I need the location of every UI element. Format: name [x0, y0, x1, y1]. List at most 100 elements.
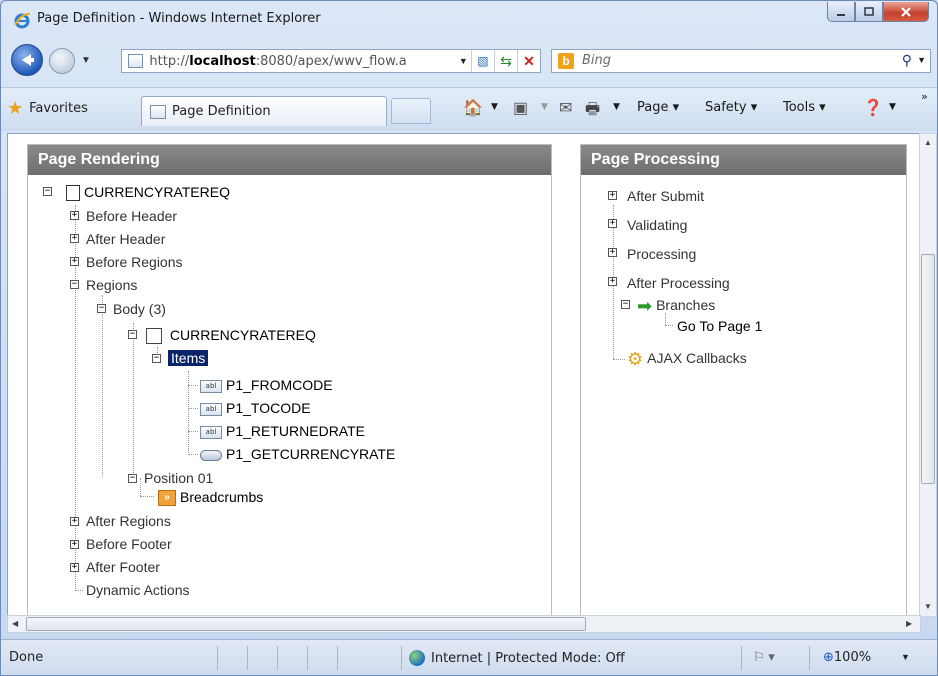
expand-toggle[interactable]: + [70, 517, 79, 526]
page-processing-panel: Page Processing + After Submit + Validat… [580, 144, 907, 616]
search-icon[interactable]: ⚲ [902, 52, 912, 69]
tree-node-branches[interactable]: ➡ Branches [637, 296, 715, 317]
collapse-toggle[interactable]: − [70, 280, 79, 289]
item-text-field[interactable]: abl P1_FROMCODE [200, 376, 333, 394]
tree-node-ajax-callbacks[interactable]: ⚙ AJAX Callbacks [627, 349, 747, 370]
title-bar: Page Definition - Windows Internet Explo… [1, 1, 937, 37]
maximize-button[interactable] [855, 2, 883, 22]
stop-button[interactable]: ✕ [517, 50, 540, 72]
horizontal-scrollbar[interactable]: ◀ ▶ [7, 615, 921, 633]
back-button[interactable] [11, 44, 43, 76]
expand-toggle[interactable]: + [70, 211, 79, 220]
address-dropdown[interactable]: ▼ [456, 56, 471, 66]
home-dropdown[interactable]: ▼ [491, 102, 498, 112]
tab-page-definition[interactable]: Page Definition [141, 96, 387, 126]
expand-toggle[interactable]: + [608, 191, 617, 200]
compatibility-view-button[interactable]: ▧ [470, 50, 494, 72]
tree-line [188, 371, 189, 455]
tree-line [140, 478, 141, 496]
tree-node-validating[interactable]: Validating [627, 216, 687, 234]
read-mail-icon[interactable]: ✉ [559, 98, 572, 118]
tree-line [665, 325, 673, 326]
tree-node-before-footer[interactable]: Before Footer [86, 535, 172, 553]
page-rendering-heading: Page Rendering [28, 145, 551, 175]
collapse-toggle[interactable]: − [128, 474, 137, 483]
tree-node-after-submit[interactable]: After Submit [627, 187, 704, 205]
item-button[interactable]: P1_GETCURRENCYRATE [200, 445, 395, 463]
horizontal-scroll-thumb[interactable] [26, 617, 586, 631]
branch-arrow-icon: ➡ [637, 296, 653, 317]
tree-node-root[interactable]: CURRENCYRATEREQ [66, 183, 230, 202]
toolbar-overflow-chevron-icon[interactable]: » [921, 90, 928, 103]
expand-toggle[interactable]: + [608, 277, 617, 286]
refresh-button[interactable]: ⇆ [493, 50, 517, 72]
tools-menu[interactable]: Tools ▾ [783, 100, 826, 115]
print-dropdown[interactable]: ▼ [613, 102, 620, 112]
new-tab-button[interactable] [391, 98, 431, 124]
zoom-dropdown[interactable]: ▼ [901, 652, 910, 662]
page-menu[interactable]: Page ▾ [637, 100, 679, 115]
tree-node-dynamic-actions[interactable]: Dynamic Actions [86, 581, 189, 599]
feeds-dropdown[interactable]: ▼ [541, 102, 548, 112]
tree-node-processing[interactable]: Processing [627, 245, 696, 263]
search-options-dropdown[interactable]: ▼ [917, 55, 926, 65]
collapse-toggle[interactable]: − [128, 330, 137, 339]
tree-node-after-footer[interactable]: After Footer [86, 558, 160, 576]
collapse-toggle[interactable]: − [43, 187, 52, 196]
search-box[interactable]: b Bing ⚲ ▼ [551, 49, 931, 73]
tree-node-after-header[interactable]: After Header [86, 230, 165, 248]
zoom-level[interactable]: ⊕100% [823, 650, 871, 665]
security-zone[interactable]: Internet | Protected Mode: Off [409, 650, 625, 666]
scroll-down-icon[interactable]: ▼ [924, 602, 932, 611]
text-field-icon: abl [200, 402, 222, 416]
collapse-toggle[interactable]: − [97, 304, 106, 313]
close-button[interactable] [883, 2, 929, 22]
expand-toggle[interactable]: + [608, 219, 617, 228]
vertical-scrollbar[interactable]: ▲ ▼ [919, 133, 937, 617]
gear-icon: ⚙ [627, 349, 644, 370]
scroll-left-icon[interactable]: ◀ [12, 619, 18, 628]
scroll-right-icon[interactable]: ▶ [906, 619, 912, 628]
expand-toggle[interactable]: + [70, 540, 79, 549]
tree-node-breadcrumbs[interactable]: » Breadcrumbs [158, 488, 263, 507]
protected-mode-icon[interactable]: ⚐ ▾ [753, 649, 775, 665]
forward-button[interactable] [49, 48, 75, 74]
status-divider [277, 646, 278, 670]
item-text-field[interactable]: abl P1_RETURNEDRATE [200, 422, 365, 440]
url-scheme: http:// [149, 53, 190, 69]
print-icon[interactable]: 🖶 [585, 98, 600, 125]
help-dropdown[interactable]: ▼ [889, 102, 896, 112]
home-icon[interactable]: 🏠 [463, 98, 483, 118]
tree-node-region[interactable]: CURRENCYRATEREQ [146, 326, 316, 345]
collapse-toggle[interactable]: − [621, 300, 630, 309]
tree-node-items[interactable]: Items [168, 349, 209, 367]
minimize-button[interactable] [827, 2, 855, 22]
tree-node-body[interactable]: Body (3) [113, 300, 166, 318]
address-bar[interactable]: http://localhost:8080/apex/wwv_flow.a ▼ … [121, 49, 541, 73]
tree-node-after-processing[interactable]: After Processing [627, 274, 730, 292]
expand-toggle[interactable]: + [70, 257, 79, 266]
vertical-scroll-thumb[interactable] [921, 254, 935, 484]
help-icon[interactable]: ❓ [863, 98, 883, 118]
tree-node-regions[interactable]: Regions [86, 276, 137, 294]
expand-toggle[interactable]: + [70, 563, 79, 572]
item-text-field[interactable]: abl P1_TOCODE [200, 399, 311, 417]
safety-menu[interactable]: Safety ▾ [705, 100, 757, 115]
tree-node-before-header[interactable]: Before Header [86, 207, 177, 225]
favorites-button[interactable]: ★ Favorites [7, 96, 88, 120]
collapse-toggle[interactable]: − [152, 354, 161, 363]
feeds-icon[interactable]: ▣ [513, 98, 528, 118]
expand-toggle[interactable]: + [70, 234, 79, 243]
tree-node-before-regions[interactable]: Before Regions [86, 253, 183, 271]
tree-node-position[interactable]: Position 01 [144, 469, 213, 487]
tree-line [665, 313, 666, 325]
breadcrumb-icon: » [158, 490, 176, 507]
scroll-up-icon[interactable]: ▲ [924, 138, 932, 147]
expand-toggle[interactable]: + [608, 248, 617, 257]
close-icon [901, 6, 911, 17]
favorites-label: Favorites [29, 100, 88, 116]
tree-node-go-to-page[interactable]: Go To Page 1 [677, 317, 762, 335]
tree-node-after-regions[interactable]: After Regions [86, 512, 171, 530]
recent-pages-dropdown[interactable]: ▼ [81, 55, 91, 66]
address-url[interactable]: http://localhost:8080/apex/wwv_flow.a [149, 54, 455, 69]
